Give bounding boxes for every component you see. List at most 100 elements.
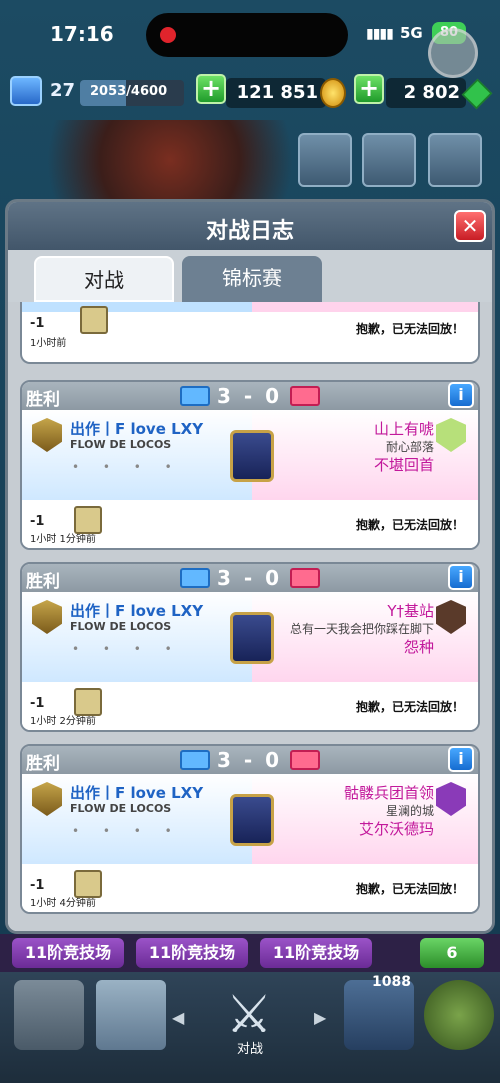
bottom-nav: ◀ ⚔ 对战 ▶ 1088	[0, 972, 500, 1083]
battle-header: 胜利 3 - 0 i	[22, 382, 478, 410]
red-crown-icon	[290, 568, 320, 588]
arena-icon	[230, 794, 274, 846]
battle-footer: -1 1小时 2分钟前 抱歉，已无法回放！	[22, 682, 478, 730]
time-ago: 1小时前	[30, 338, 67, 349]
battle-footer: -1 1小时 1分钟前 抱歉，已无法回放！	[22, 500, 478, 548]
signal-icon: ▮▮▮▮	[366, 26, 394, 42]
opponent-name[interactable]: 骷髅兵团首领	[344, 782, 434, 803]
gem-icon	[461, 78, 493, 110]
opponent-clan: 耐心部落	[385, 440, 434, 454]
opponent-clan: 总有一天我会把你踩在脚下	[289, 622, 434, 636]
blue-crown-icon	[180, 750, 210, 770]
main-menu-button[interactable]	[428, 133, 482, 187]
battle-result: 胜利	[26, 390, 60, 410]
nav-left-arrow-icon[interactable]: ◀	[172, 1008, 184, 1027]
opponent-name[interactable]: Y†基站	[387, 600, 434, 621]
battle-score: 3 - 0	[217, 748, 283, 772]
league-tab[interactable]: 11阶竞技场	[12, 938, 124, 968]
trophy-change: -1	[30, 696, 45, 711]
battle-result: 胜利	[26, 572, 60, 592]
battle-result: 胜利	[26, 754, 60, 774]
add-gold-button[interactable]: +	[196, 74, 226, 104]
events-icon[interactable]	[424, 980, 494, 1050]
opponent-panel-strip	[252, 302, 478, 312]
trophy-change: -1	[30, 878, 45, 893]
opponent-clan: 星澜的城	[385, 804, 434, 818]
gold-amount: 121 851	[226, 78, 326, 108]
cards-icon[interactable]	[96, 980, 166, 1050]
player-name[interactable]: 出作丨F love LXY	[70, 418, 203, 439]
social-button[interactable]	[298, 133, 352, 187]
modal-header: 对战日志 ✕	[8, 202, 492, 250]
opponent-secondary-name: 怨种	[403, 638, 434, 656]
clan-icon[interactable]	[344, 980, 414, 1050]
player-name[interactable]: 出作丨F love LXY	[70, 782, 203, 803]
news-button[interactable]	[362, 133, 416, 187]
gem-amount: 2 802	[386, 78, 466, 108]
player-deck-dots: • • • •	[72, 460, 182, 474]
tab-tournament[interactable]: 锦标赛	[182, 256, 322, 302]
clock: 17:16	[50, 22, 114, 46]
trophy-change: -1	[30, 514, 45, 529]
battle-entry[interactable]: 胜利 3 - 0 i 出作丨F love LXY FLOW DE LOCOS •…	[20, 380, 480, 550]
battle-list[interactable]: -1 1小时前 抱歉，已无法回放！ 胜利 3 - 0 i 出作丨F love L…	[8, 302, 492, 931]
battle-score: 3 - 0	[217, 566, 283, 590]
opponent-secondary-name: 不堪回首	[373, 456, 434, 474]
battle-log-modal: 对战日志 ✕ 对战 锦标赛 -1 1小时前 抱歉，已无法回放！ 胜利 3 - 0…	[5, 199, 495, 934]
blue-crown-icon	[180, 568, 210, 588]
league-tab[interactable]: 6	[420, 938, 484, 968]
battle-header: 胜利 3 - 0 i	[22, 746, 478, 774]
player-level: 27	[50, 80, 76, 101]
nav-right-arrow-icon[interactable]: ▶	[314, 1008, 326, 1027]
hero-artwork	[0, 120, 300, 200]
battle-entry[interactable]: 胜利 3 - 0 i 出作丨F love LXY FLOW DE LOCOS •…	[20, 744, 480, 914]
league-tab[interactable]: 11阶竞技场	[260, 938, 372, 968]
clan-badge-count: 1088	[372, 974, 411, 990]
player-deck-dots: • • • •	[72, 824, 182, 838]
player-deck-dots: • • • •	[72, 642, 182, 656]
battle-entry-partial[interactable]: -1 1小时前 抱歉，已无法回放！	[20, 302, 480, 364]
player-clan: FLOW DE LOCOS	[70, 438, 172, 451]
shop-chest-icon[interactable]	[14, 980, 84, 1050]
replay-unavailable-note: 抱歉，已无法回放！	[355, 700, 464, 714]
opponent-secondary-name: 艾尔沃德玛	[358, 820, 434, 838]
resource-bar: 27 2053/4600 + 121 851 + 2 802	[0, 70, 500, 114]
modal-title: 对战日志	[205, 219, 294, 244]
player-panel-strip	[22, 302, 252, 312]
battle-footer: -1 1小时 4分钟前 抱歉，已无法回放！	[22, 864, 478, 912]
red-crown-icon	[290, 750, 320, 770]
recording-indicator-icon	[160, 27, 176, 43]
replay-unavailable-note: 抱歉，已无法回放！	[355, 518, 464, 532]
level-badge-icon[interactable]	[10, 76, 42, 106]
trophy-change: -1	[30, 316, 45, 331]
gold-coin-icon	[320, 78, 346, 108]
xp-text: 2053/4600	[90, 84, 168, 99]
chest-icon	[80, 306, 108, 334]
player-clan: FLOW DE LOCOS	[70, 802, 172, 815]
opponent-name[interactable]: 山上有唬	[374, 418, 434, 439]
battle-info-button[interactable]: i	[448, 382, 474, 408]
dynamic-island	[146, 13, 348, 57]
network-type: 5G	[400, 24, 423, 42]
replay-unavailable-note: 抱歉，已无法回放！	[355, 322, 464, 336]
close-button[interactable]: ✕	[454, 210, 486, 242]
status-bar: 17:16 ▮▮▮▮ 5G 80	[0, 0, 500, 78]
league-strip: 11阶竞技场 11阶竞技场 11阶竞技场 6	[0, 934, 500, 972]
replay-unavailable-note: 抱歉，已无法回放！	[355, 882, 464, 896]
chest-icon	[74, 870, 102, 898]
league-tab[interactable]: 11阶竞技场	[136, 938, 248, 968]
battle-info-button[interactable]: i	[448, 564, 474, 590]
player-clan: FLOW DE LOCOS	[70, 620, 172, 633]
chest-icon	[74, 506, 102, 534]
add-gems-button[interactable]: +	[354, 74, 384, 104]
battle-score: 3 - 0	[217, 384, 283, 408]
blue-crown-icon	[180, 386, 210, 406]
nav-label-battle: 对战	[236, 1042, 263, 1057]
battle-header: 胜利 3 - 0 i	[22, 564, 478, 592]
battle-entry[interactable]: 胜利 3 - 0 i 出作丨F love LXY FLOW DE LOCOS •…	[20, 562, 480, 732]
arena-icon	[230, 430, 274, 482]
battle-info-button[interactable]: i	[448, 746, 474, 772]
player-name[interactable]: 出作丨F love LXY	[70, 600, 203, 621]
tab-battles[interactable]: 对战	[34, 256, 174, 302]
arena-icon	[230, 612, 274, 664]
